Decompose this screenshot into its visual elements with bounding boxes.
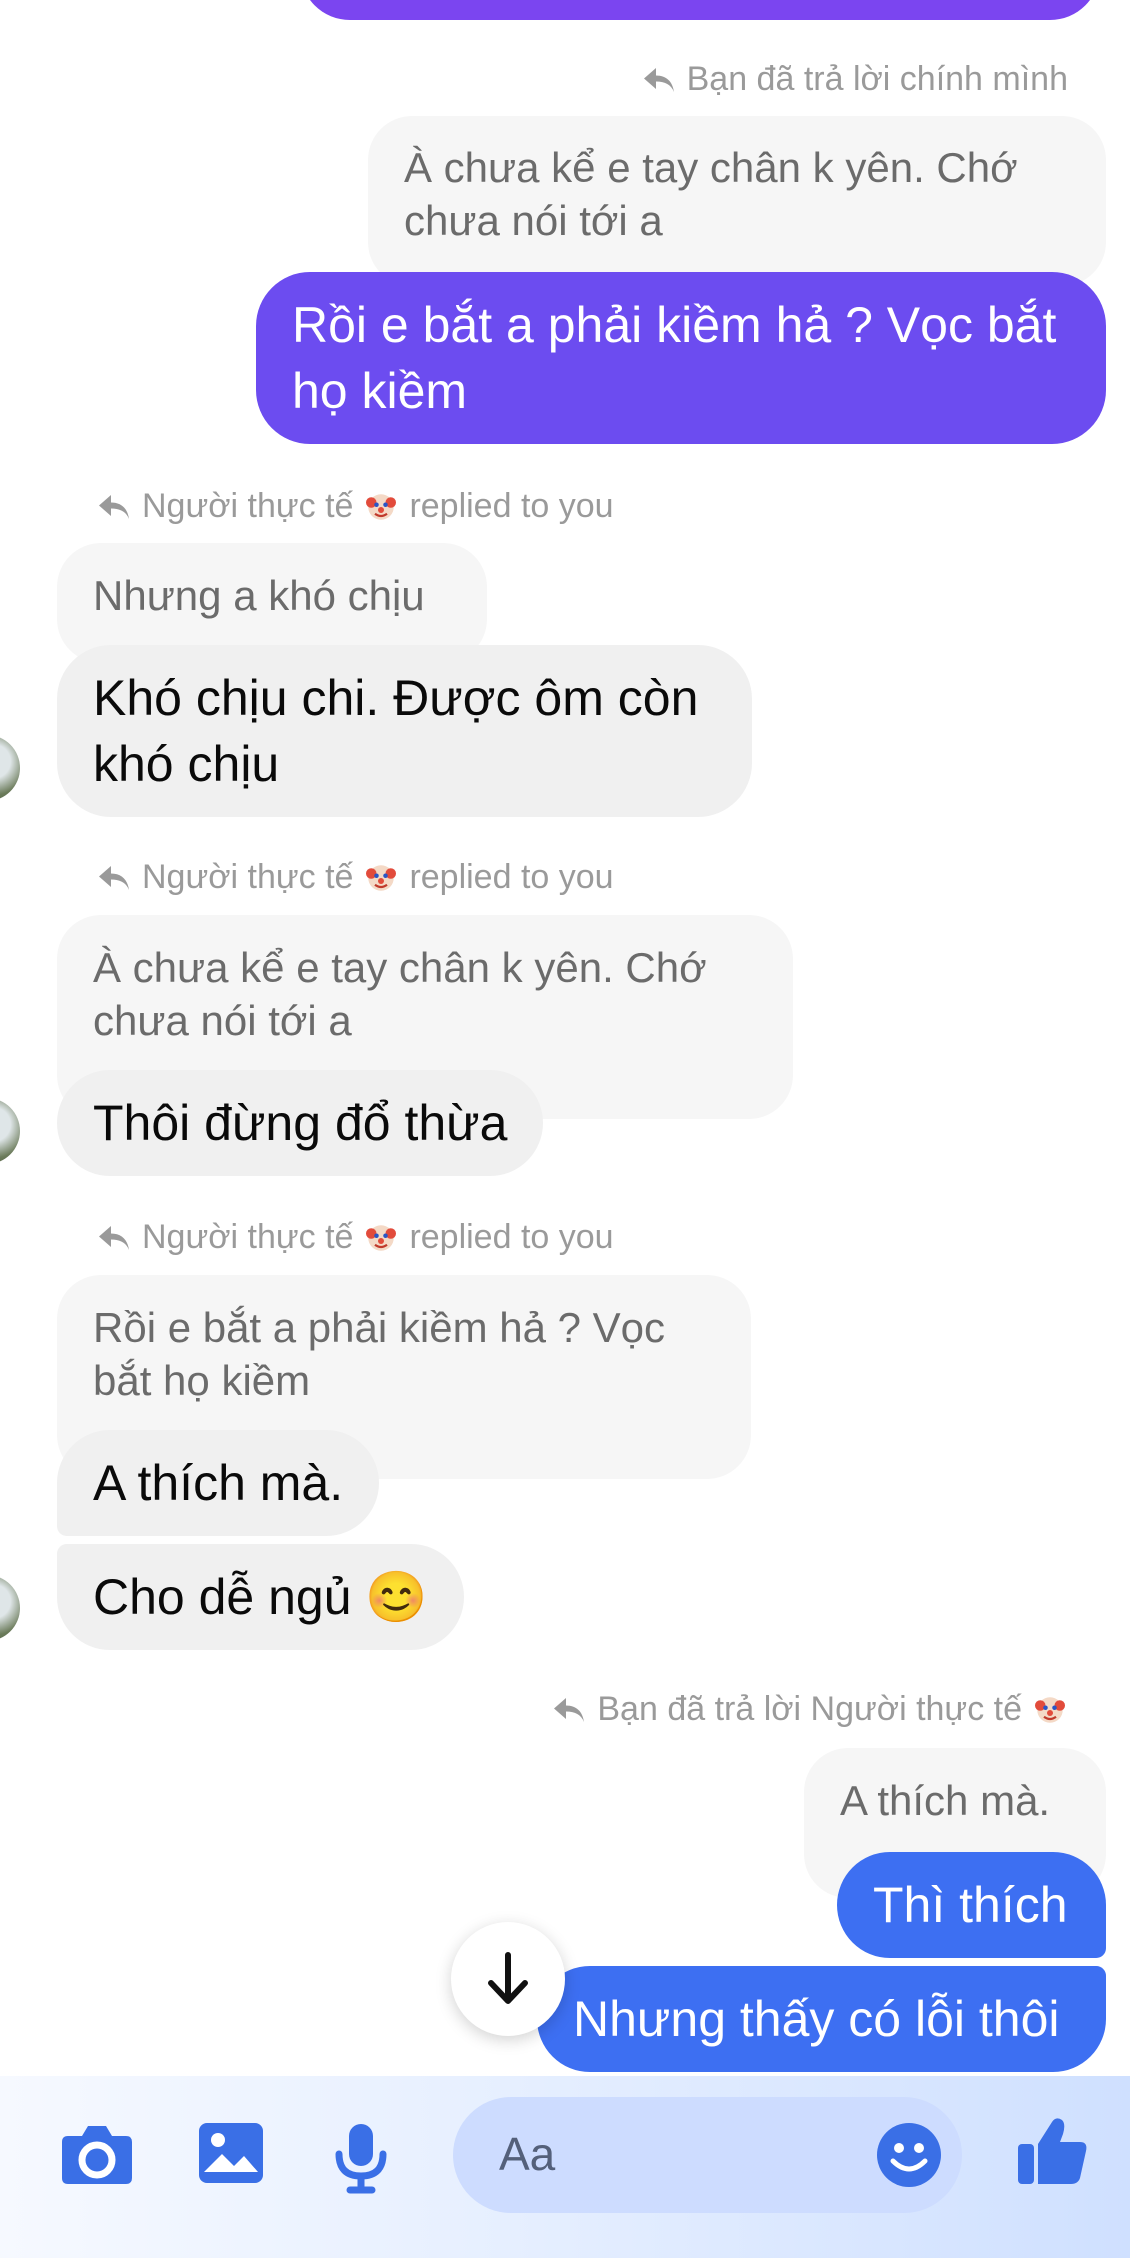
scroll-to-bottom-button[interactable] xyxy=(451,1922,565,2036)
clown-face-emoji xyxy=(366,493,397,520)
message-input-placeholder: Aa xyxy=(499,2128,556,2180)
arrow-down-icon xyxy=(488,1952,528,2004)
reply-label-text: Bạn đã trả lời Người thực tế xyxy=(597,1690,1022,1728)
reply-indicator: Người thực tế replied to you xyxy=(96,1218,614,1257)
microphone-icon[interactable] xyxy=(332,2120,390,2196)
reply-indicator: Người thực tế replied to you xyxy=(96,858,614,897)
avatar[interactable] xyxy=(0,1098,20,1164)
avatar[interactable] xyxy=(0,1575,20,1641)
incoming-message[interactable]: A thích mà. xyxy=(57,1430,380,1536)
replied-to-you-text: replied to you xyxy=(409,1218,614,1256)
reply-arrow-icon xyxy=(99,494,129,519)
reply-indicator: Người thực tế replied to you xyxy=(96,487,614,526)
message-input[interactable]: Aa xyxy=(453,2097,962,2213)
incoming-message[interactable]: Khó chịu chi. Được ôm còn khó chịu xyxy=(57,645,752,817)
reply-arrow-icon xyxy=(554,1697,585,1722)
previous-outgoing-bubble[interactable] xyxy=(300,0,1100,20)
thumbs-up-icon[interactable] xyxy=(1016,2114,1090,2186)
reply-arrow-icon xyxy=(99,1225,129,1250)
incoming-message[interactable]: Cho dễ ngủ 😊 xyxy=(57,1544,464,1650)
outgoing-message[interactable]: Thì thích xyxy=(837,1852,1106,1958)
reply-arrow-icon xyxy=(99,865,129,890)
reply-sender: Người thực tế xyxy=(142,858,354,896)
clown-face-emoji xyxy=(366,864,397,891)
reply-arrow-icon xyxy=(643,67,674,92)
reply-sender: Người thực tế xyxy=(142,1218,354,1256)
clown-face-emoji xyxy=(1035,1696,1065,1723)
replied-to-you-text: replied to you xyxy=(409,487,614,525)
reply-indicator: Bạn đã trả lời chính mình xyxy=(641,60,1068,99)
outgoing-message[interactable]: Rồi e bắt a phải kiềm hả ? Vọc bắt họ ki… xyxy=(256,272,1106,444)
replied-to-you-text: replied to you xyxy=(409,858,614,896)
outgoing-message[interactable]: Nhưng thấy có lỗi thôi xyxy=(537,1966,1106,2072)
reply-indicator: Bạn đã trả lời Người thực tế xyxy=(551,1690,1068,1729)
camera-icon[interactable] xyxy=(58,2120,136,2188)
clown-face-emoji xyxy=(366,1224,397,1251)
reply-label-text: Bạn đã trả lời chính mình xyxy=(686,60,1068,98)
image-icon[interactable] xyxy=(196,2120,266,2186)
quoted-message[interactable]: À chưa kể e tay chân k yên. Chớ chưa nói… xyxy=(368,116,1106,286)
avatar[interactable] xyxy=(0,735,20,801)
reply-sender: Người thực tế xyxy=(142,487,354,525)
incoming-message[interactable]: Thôi đừng đổ thừa xyxy=(57,1070,544,1176)
emoji-icon[interactable] xyxy=(875,2121,943,2189)
